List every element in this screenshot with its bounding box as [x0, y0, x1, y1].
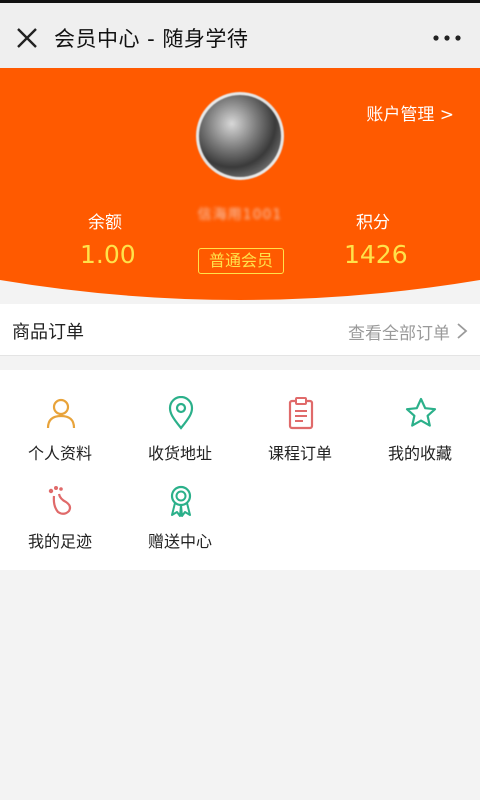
- account-manage-link[interactable]: 账户管理 >: [366, 100, 454, 125]
- points-value[interactable]: 1426: [344, 240, 408, 269]
- menu-item-label: 课程订单: [267, 444, 332, 463]
- menu-item-label: 赠送中心: [147, 532, 212, 551]
- menu-grid: 个人资料 收货地址 课程订单 我的收藏 我的足迹 赠送中心: [0, 370, 480, 570]
- points-label: 积分: [356, 213, 390, 233]
- product-orders-label: 商品订单: [12, 322, 84, 343]
- balance-label: 余额: [88, 213, 122, 233]
- member-level-badge: 普通会员: [198, 248, 284, 274]
- menu-item-label: 我的足迹: [27, 532, 92, 551]
- more-icon[interactable]: [432, 33, 462, 43]
- chevron-right-icon: [457, 323, 468, 339]
- clipboard-icon: [288, 397, 314, 430]
- person-icon: [46, 398, 76, 429]
- award-icon: [170, 485, 192, 517]
- menu-item-profile[interactable]: 个人资料: [0, 370, 120, 463]
- menu-item-label: 我的收藏: [387, 444, 452, 463]
- menu-item-course-orders[interactable]: 课程订单: [240, 370, 360, 463]
- avatar[interactable]: [196, 92, 284, 180]
- menu-item-address[interactable]: 收货地址: [120, 370, 240, 463]
- location-pin-icon: [168, 396, 194, 430]
- profile-header: 账户管理 > 信海用1001 余额 1.00 普通会员 积分 1426: [0, 68, 480, 304]
- menu-item-gift-center[interactable]: 赠送中心: [120, 458, 240, 551]
- menu-item-footprints[interactable]: 我的足迹: [0, 458, 120, 551]
- menu-item-favorites[interactable]: 我的收藏: [360, 370, 480, 463]
- product-orders-row[interactable]: 商品订单 查看全部订单: [0, 304, 480, 356]
- close-icon[interactable]: [14, 25, 40, 51]
- star-icon: [405, 397, 437, 427]
- title-bar: 会员中心 - 随身学待: [0, 0, 480, 68]
- footprint-icon: [48, 486, 72, 515]
- view-all-orders-link[interactable]: 查看全部订单: [348, 319, 450, 344]
- balance-value[interactable]: 1.00: [80, 240, 136, 269]
- page-title: 会员中心 - 随身学待: [54, 27, 249, 51]
- username: 信海用1001: [197, 207, 283, 223]
